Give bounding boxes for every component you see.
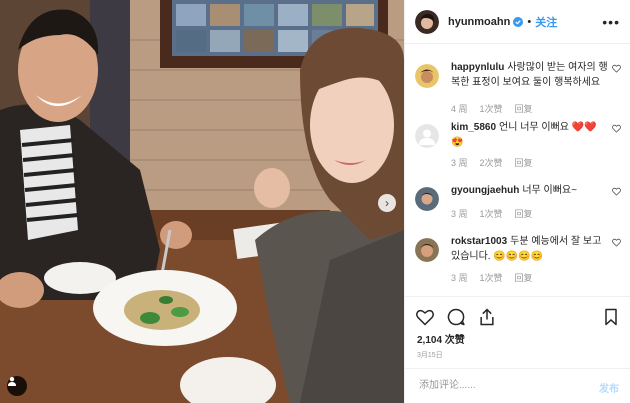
separator-dot: • bbox=[527, 15, 532, 28]
author-username[interactable]: hyunmoahn bbox=[448, 16, 510, 28]
post-comment-button[interactable]: 发布 bbox=[599, 380, 619, 395]
verified-badge-icon bbox=[513, 16, 524, 27]
comment-time: 3 周 bbox=[451, 209, 468, 219]
comment-time: 3 周 bbox=[451, 273, 468, 283]
post-header: hyunmoahn • 关注 ••• bbox=[405, 0, 630, 44]
comment-likes[interactable]: 1次赞 bbox=[480, 273, 503, 283]
comment-body: rokstar1003 두분 예능에서 잘 보고 있습니다. 😊😊😊😊 bbox=[451, 234, 609, 264]
commenter-avatar[interactable] bbox=[415, 187, 439, 211]
user-icon bbox=[8, 377, 16, 386]
comment-meta: 4 周 1次赞 回复 bbox=[451, 102, 545, 115]
comment-body: gyoungjaehuh 너무 이뻐요~ bbox=[451, 183, 609, 198]
like-comment-heart-icon[interactable] bbox=[612, 64, 621, 73]
reply-button[interactable]: 回复 bbox=[515, 104, 533, 114]
reply-button[interactable]: 回复 bbox=[515, 273, 533, 283]
follow-button[interactable]: 关注 bbox=[535, 14, 557, 30]
comment-bubble-icon[interactable] bbox=[446, 307, 466, 327]
comment-body: happynlulu 사랑많이 받는 여자의 행복한 표정이 보여요 둘이 행복하… bbox=[451, 60, 609, 90]
post-date: 3月15日 bbox=[417, 352, 443, 359]
chevron-right-icon: › bbox=[385, 196, 389, 210]
post-photo[interactable]: › bbox=[0, 0, 404, 403]
comment-likes[interactable]: 1次赞 bbox=[480, 209, 503, 219]
comment-username[interactable]: rokstar1003 bbox=[451, 236, 507, 247]
comment-text: 너무 이뻐요~ bbox=[522, 185, 577, 196]
comment-time: 4 周 bbox=[451, 104, 468, 114]
like-comment-heart-icon[interactable] bbox=[612, 124, 621, 133]
commenter-avatar[interactable] bbox=[415, 124, 439, 148]
commenter-avatar[interactable] bbox=[415, 238, 439, 262]
comment-username[interactable]: gyoungjaehuh bbox=[451, 185, 519, 196]
like-heart-icon[interactable] bbox=[415, 307, 435, 327]
comment-username[interactable]: kim_5860 bbox=[451, 122, 496, 133]
comment-likes[interactable]: 2次赞 bbox=[480, 158, 503, 168]
comment-meta: 3 周 2次赞 回复 bbox=[451, 156, 545, 169]
comment-time: 3 周 bbox=[451, 158, 468, 168]
comment-likes[interactable]: 1次赞 bbox=[480, 104, 503, 114]
like-comment-heart-icon[interactable] bbox=[612, 238, 621, 247]
reply-button[interactable]: 回复 bbox=[515, 209, 533, 219]
instagram-post: › hyunmoahn • 关注 ••• happynlulu 사랑많이 받는 … bbox=[0, 0, 630, 403]
comment-meta: 3 周 1次赞 回复 bbox=[451, 271, 545, 284]
commenter-avatar[interactable] bbox=[415, 64, 439, 88]
tagged-users-button[interactable] bbox=[7, 376, 27, 396]
like-count[interactable]: 2,104 次赞 bbox=[417, 331, 465, 346]
next-photo-button[interactable]: › bbox=[378, 194, 396, 212]
add-comment-input[interactable] bbox=[417, 379, 581, 392]
share-upload-icon[interactable] bbox=[477, 307, 497, 327]
like-comment-heart-icon[interactable] bbox=[612, 187, 621, 196]
author-avatar[interactable] bbox=[415, 9, 439, 34]
photo-scene bbox=[0, 0, 404, 403]
bookmark-icon[interactable] bbox=[601, 307, 621, 327]
reply-button[interactable]: 回复 bbox=[515, 158, 533, 168]
comment-meta: 3 周 1次赞 回复 bbox=[451, 207, 545, 220]
post-sidebar: hyunmoahn • 关注 ••• happynlulu 사랑많이 받는 여자의… bbox=[404, 0, 630, 403]
comment-username[interactable]: happynlulu bbox=[451, 62, 504, 73]
comment-body: kim_5860 언니 너무 이뻐요 ❤️❤️😍 bbox=[451, 120, 609, 150]
add-comment-bar: 发布 bbox=[405, 368, 630, 403]
more-options-icon[interactable]: ••• bbox=[602, 14, 620, 30]
